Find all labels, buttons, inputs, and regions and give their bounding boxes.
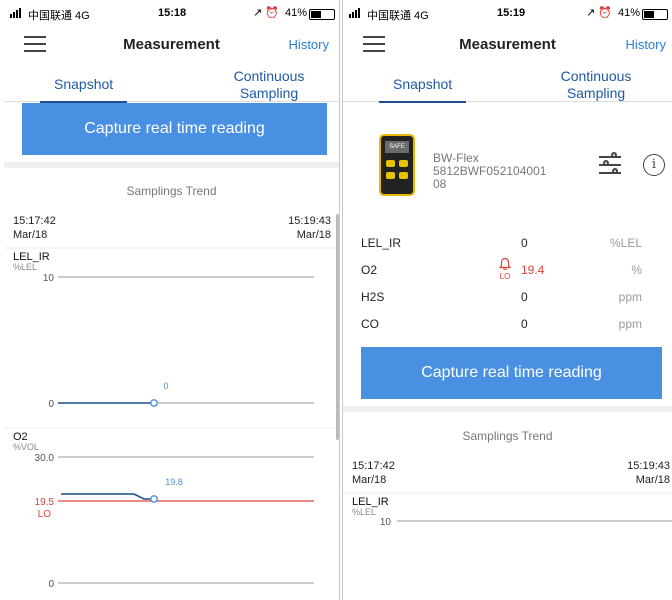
end-date: Mar/18 (635, 474, 670, 486)
series-line-o2 (61, 493, 154, 500)
device-serial-line1: 5812BWF052104001 (433, 164, 547, 178)
start-date: Mar/18 (352, 474, 387, 486)
app-header: Measurement History (4, 28, 339, 64)
chart-unit-lel: %LEL (13, 262, 37, 272)
settings-sliders-icon[interactable] (599, 152, 621, 178)
start-time: 15:17:42 (352, 460, 395, 472)
gas-unit: % (631, 263, 642, 277)
gas-unit: ppm (618, 317, 642, 331)
ytick-max-lel: 10 (380, 517, 392, 528)
tab-label-line2: Sampling (239, 85, 299, 101)
section-divider (343, 406, 672, 412)
left-screen: 中国联通 4G 15:18 ↗ ⏰ 41% Measurement Histor… (4, 0, 340, 600)
right-screen: 中国联通 4G 15:19 ↗ ⏰ 41% Measurement Histor… (342, 0, 672, 600)
status-bar: 中国联通 4G 15:18 ↗ ⏰ 41% (4, 0, 339, 28)
history-link[interactable]: History (289, 37, 329, 52)
tab-continuous-sampling[interactable]: Continuous Sampling (541, 68, 651, 102)
end-date: Mar/18 (296, 229, 331, 241)
device-model: BW-Flex (433, 151, 479, 165)
chart-unit-o2: %VOL (13, 442, 39, 452)
end-time: 15:19:43 (288, 215, 331, 227)
end-time: 15:19:43 (627, 460, 670, 472)
device-image: SAFE (379, 134, 415, 196)
bell-icon (498, 257, 512, 270)
gas-value: 0 (521, 236, 528, 250)
gas-row-co: CO 0 ppm (361, 317, 642, 337)
start-time: 15:17:42 (13, 215, 56, 227)
gas-name: CO (361, 317, 379, 331)
section-divider (4, 162, 339, 168)
tab-label-line1: Continuous (233, 68, 305, 84)
gas-row-lel: LEL_IR 0 %LEL (361, 236, 642, 256)
gas-name: H2S (361, 290, 385, 304)
ytick-max-o2: 30.0 (35, 453, 55, 464)
gas-name: O2 (361, 263, 378, 277)
clock: 15:18 (158, 7, 187, 19)
alarm-tag-lo: LO (38, 509, 52, 520)
status-bar: 中国联通 4G 15:19 ↗ ⏰ 41% (343, 0, 672, 28)
page-title: Measurement (459, 36, 556, 53)
tab-bar: Snapshot Continuous Sampling (4, 66, 339, 103)
device-screen-label: SAFE (389, 144, 405, 150)
data-point-lel[interactable] (150, 399, 158, 407)
trend-charts: LEL_IR %LEL 10 (343, 492, 672, 528)
gas-value: 0 (521, 290, 528, 304)
gas-unit: ppm (618, 290, 642, 304)
alarm-tag: LO (499, 272, 511, 281)
data-label-lel: 0 (163, 381, 168, 391)
tab-snapshot[interactable]: Snapshot (378, 76, 467, 103)
alarm-threshold-label: 19.5 (35, 497, 55, 508)
clock: 15:19 (497, 7, 526, 19)
app-header: Measurement History (343, 28, 672, 64)
start-date: Mar/18 (13, 229, 48, 241)
trend-end: 15:19:43 Mar/18 (288, 214, 331, 242)
signal-icon (349, 8, 360, 18)
trend-start: 15:17:42 Mar/18 (352, 459, 395, 487)
gas-unit: %LEL (609, 236, 642, 250)
tab-bar: Snapshot Continuous Sampling (343, 66, 672, 103)
location-alarm-icon: ↗ ⏰ (253, 7, 279, 19)
gas-row-o2: O2 LO 19.4 % (361, 257, 642, 283)
tab-label-line1: Continuous (560, 68, 632, 84)
battery-icon (309, 9, 335, 20)
tab-snapshot[interactable]: Snapshot (39, 76, 128, 103)
trend-start: 15:17:42 Mar/18 (13, 214, 56, 242)
data-point-o2[interactable] (150, 495, 158, 503)
location-alarm-icon: ↗ ⏰ (586, 7, 612, 19)
device-info: BW-Flex 5812BWF052104001 08 (433, 152, 583, 191)
battery-percent: 41% (617, 7, 640, 19)
trend-end: 15:19:43 Mar/18 (627, 459, 670, 487)
capture-reading-button[interactable]: Capture real time reading (361, 347, 662, 399)
chart-unit-lel: %LEL (352, 507, 376, 517)
trend-charts: LEL_IR %LEL 10 0 0 O2 %VOL 30.0 19.5 LO … (4, 247, 339, 590)
gas-value: 19.4 (521, 263, 545, 277)
gas-value: 0 (521, 317, 528, 331)
trend-title: Samplings Trend (462, 429, 553, 443)
device-screen: SAFE (385, 141, 409, 153)
scrollbar[interactable] (336, 214, 339, 440)
gas-row-h2s: H2S 0 ppm (361, 290, 642, 310)
carrier-text: 中国联通 4G (28, 10, 90, 22)
history-link[interactable]: History (626, 37, 666, 52)
device-serial-line2: 08 (433, 177, 447, 191)
data-label-o2: 19.8 (165, 477, 183, 487)
trend-title: Samplings Trend (126, 184, 217, 198)
capture-reading-button[interactable]: Capture real time reading (22, 103, 327, 155)
info-icon[interactable]: i (643, 154, 665, 176)
ytick-zero-lel: 0 (48, 399, 54, 410)
alarm-bell-icon: LO (495, 257, 515, 281)
tab-label-line2: Sampling (566, 85, 626, 101)
gas-name: LEL_IR (361, 236, 402, 250)
battery-icon (642, 9, 668, 20)
tab-continuous-sampling[interactable]: Continuous Sampling (214, 68, 324, 102)
battery-percent: 41% (284, 7, 307, 19)
ytick-zero-o2: 0 (48, 579, 54, 590)
ytick-max-lel: 10 (43, 273, 55, 284)
carrier-text: 中国联通 4G (367, 10, 429, 22)
signal-icon (10, 8, 21, 18)
